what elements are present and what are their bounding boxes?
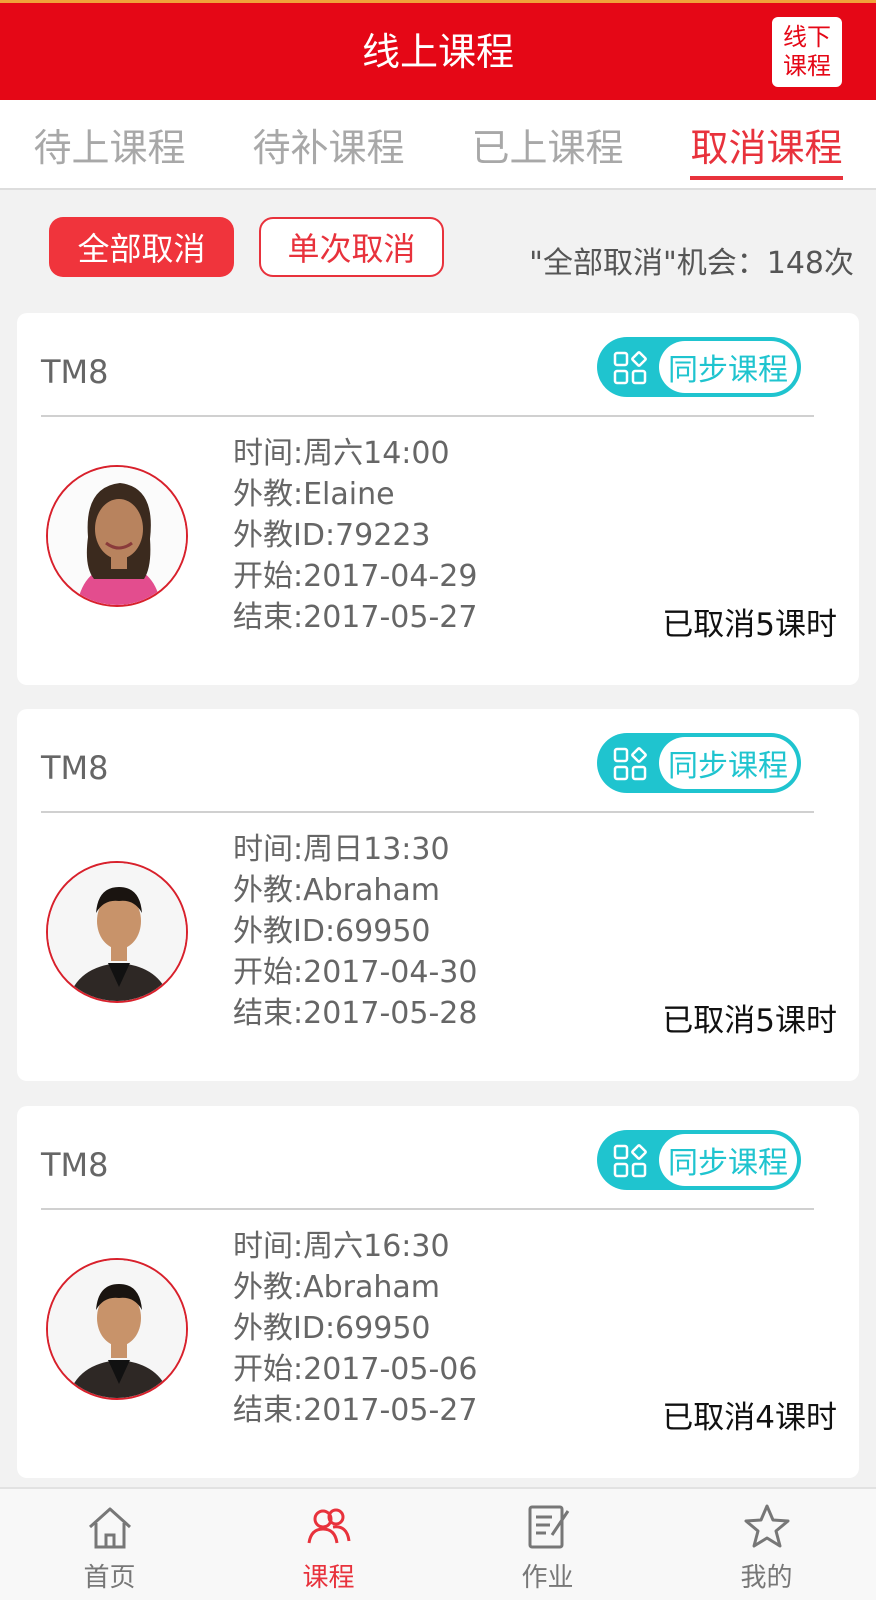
nav-item-courses[interactable]: 课程 (219, 1489, 438, 1600)
cancelled-count: 已取消5课时 (662, 607, 837, 643)
nav-item-homework[interactable]: 作业 (438, 1489, 657, 1600)
course-card[interactable]: TM8 同步课程 时间:周六16:30 外教:Abraham 外教ID:6995… (17, 1106, 859, 1478)
tab-label: 取消课程 (690, 117, 843, 180)
avatar-portrait-icon (48, 1260, 186, 1398)
course-info: 时间:周日13:30 外教:Abraham 外教ID:69950 开始:2017… (233, 829, 477, 1034)
cancel-all-button[interactable]: 全部取消 (49, 217, 234, 277)
tab-makeup[interactable]: 待补课程 (219, 100, 438, 188)
filter-row: 全部取消 单次取消 "全部取消"机会：148次 (0, 190, 876, 300)
teacher-id: 外教ID:69950 (233, 914, 431, 949)
nav-label: 课程 (302, 1563, 355, 1593)
teacher-avatar (46, 465, 188, 607)
end-date: 结束:2017-05-28 (233, 996, 478, 1031)
page-title: 线上课程 (361, 30, 514, 74)
course-tabs: 待上课程 待补课程 已上课程 取消课程 (0, 100, 876, 190)
end-date: 结束:2017-05-27 (233, 600, 478, 635)
nav-label: 作业 (521, 1563, 574, 1593)
teacher-avatar (46, 861, 188, 1003)
course-code: TM8 (41, 1146, 109, 1184)
teacher-avatar (46, 1258, 188, 1400)
avatar-portrait-icon (48, 863, 186, 1001)
start-date: 开始:2017-04-30 (233, 955, 478, 990)
edit-document-icon (528, 1505, 569, 1549)
start-date: 开始:2017-05-06 (233, 1352, 478, 1387)
course-time: 时间:周日13:30 (233, 832, 450, 867)
nav-item-home[interactable]: 首页 (0, 1489, 219, 1600)
teacher-name: 外教:Elaine (233, 477, 395, 512)
divider (41, 415, 814, 417)
tab-upcoming[interactable]: 待上课程 (0, 100, 219, 188)
start-date: 开始:2017-04-29 (233, 559, 478, 594)
course-info: 时间:周六14:00 外教:Elaine 外教ID:79223 开始:2017-… (233, 433, 477, 638)
sync-course-label: 同步课程 (659, 341, 797, 393)
sync-course-button[interactable]: 同步课程 (597, 337, 801, 397)
grid-icon (613, 747, 647, 781)
app-header: 线上课程 线下 课程 (0, 0, 876, 100)
course-code: TM8 (41, 353, 109, 391)
nav-item-mine[interactable]: 我的 (657, 1489, 876, 1600)
cancelled-count: 已取消5课时 (662, 1003, 837, 1039)
sync-course-label: 同步课程 (659, 1134, 797, 1186)
course-code: TM8 (41, 749, 109, 787)
nav-label: 我的 (740, 1563, 793, 1593)
star-icon (744, 1504, 789, 1548)
offline-courses-button[interactable]: 线下 课程 (772, 17, 842, 87)
divider (41, 1208, 814, 1210)
tab-label: 已上课程 (471, 125, 624, 170)
bottom-nav: 首页 课程 作业 我的 (0, 1487, 876, 1600)
teacher-name: 外教:Abraham (233, 1270, 441, 1305)
teacher-name: 外教:Abraham (233, 873, 441, 908)
course-info: 时间:周六16:30 外教:Abraham 外教ID:69950 开始:2017… (233, 1226, 477, 1431)
sync-course-button[interactable]: 同步课程 (597, 733, 801, 793)
cancel-all-chances: "全部取消"机会：148次 (529, 246, 854, 281)
tab-label: 待补课程 (252, 125, 405, 170)
tab-cancelled[interactable]: 取消课程 (657, 100, 876, 188)
tab-completed[interactable]: 已上课程 (438, 100, 657, 188)
sync-course-button[interactable]: 同步课程 (597, 1130, 801, 1190)
grid-icon (613, 1144, 647, 1178)
tab-label: 待上课程 (33, 125, 186, 170)
course-time: 时间:周六16:30 (233, 1229, 450, 1264)
teacher-id: 外教ID:69950 (233, 1311, 431, 1346)
course-card[interactable]: TM8 同步课程 时间:周日13:30 外教:Abraham 外教ID:6995… (17, 709, 859, 1081)
teacher-id: 外教ID:79223 (233, 518, 431, 553)
course-card[interactable]: TM8 同步课程 时间:周六14:00 外教:Elaine 外教ID:79223… (17, 313, 859, 685)
people-icon (307, 1508, 350, 1544)
avatar-portrait-icon (48, 467, 186, 605)
course-time: 时间:周六14:00 (233, 436, 450, 471)
nav-label: 首页 (83, 1563, 136, 1593)
sync-course-label: 同步课程 (659, 737, 797, 789)
cancel-single-button[interactable]: 单次取消 (259, 217, 444, 277)
offline-button-line2: 课程 (783, 52, 831, 80)
divider (41, 811, 814, 813)
offline-button-line1: 线下 (783, 23, 831, 51)
end-date: 结束:2017-05-27 (233, 1393, 478, 1428)
grid-icon (613, 351, 647, 385)
home-icon (88, 1507, 131, 1549)
cancelled-count: 已取消4课时 (662, 1400, 837, 1436)
